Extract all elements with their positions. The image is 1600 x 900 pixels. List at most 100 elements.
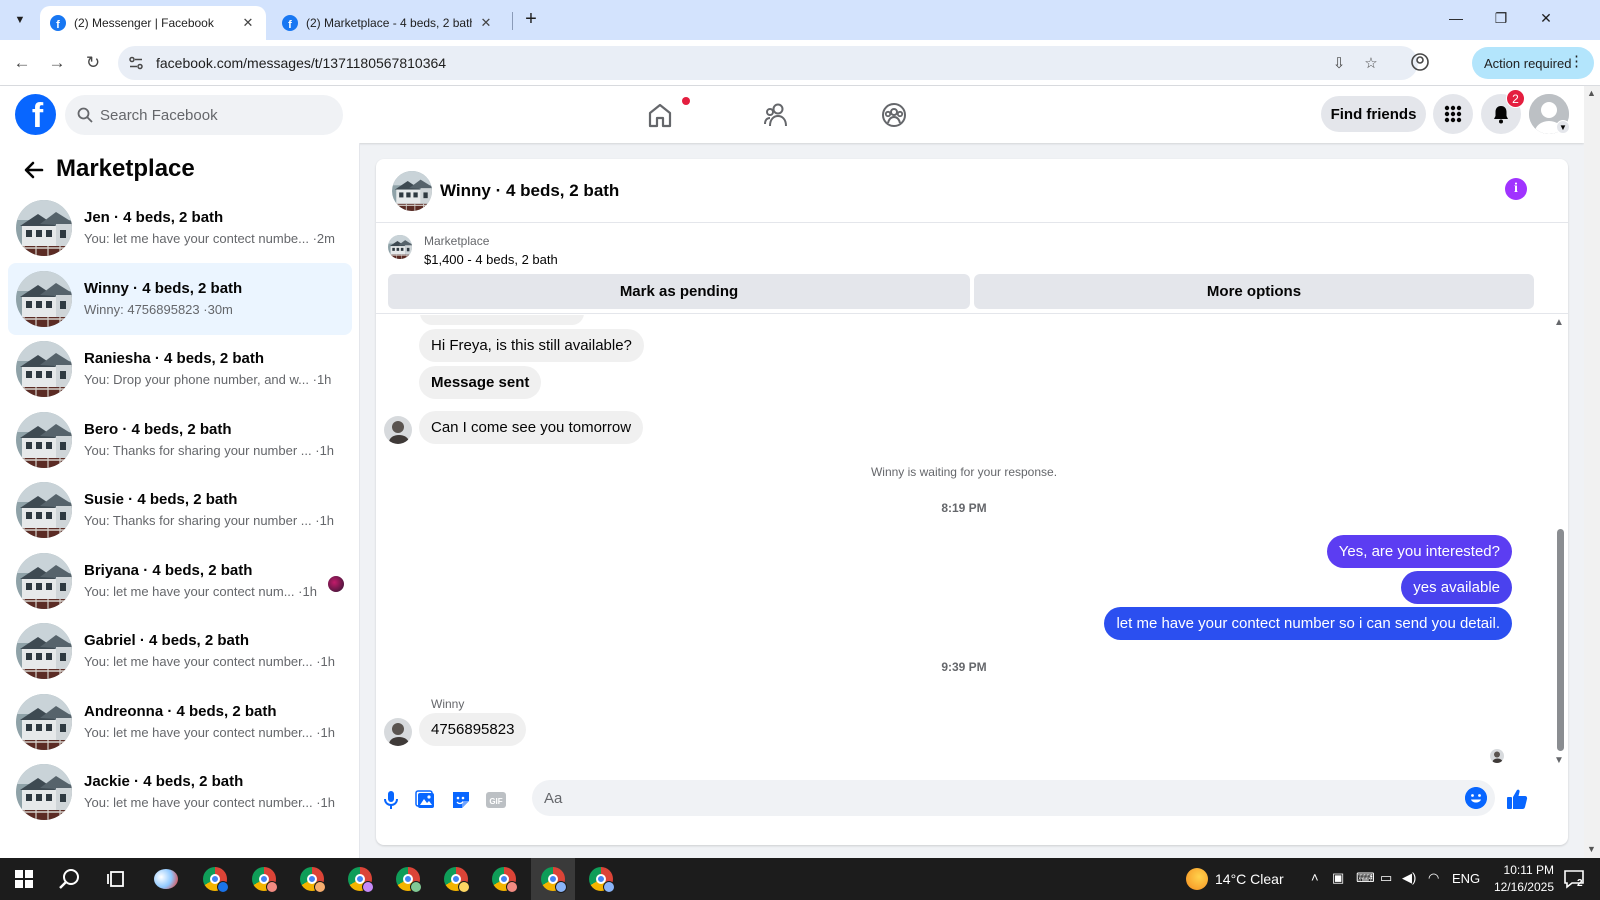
conversation-item[interactable]: Jen · 4 beds, 2 bath You: let me have you… — [8, 192, 352, 264]
sender-avatar[interactable] — [384, 416, 412, 444]
back-arrow-icon[interactable] — [22, 158, 46, 182]
install-app-icon[interactable]: ⇩ — [1330, 54, 1348, 72]
scroll-down-arrow-icon[interactable]: ▼ — [1587, 844, 1596, 854]
chrome-icon[interactable] — [539, 865, 567, 893]
conversation-item[interactable]: Raniesha · 4 beds, 2 bath You: Drop your … — [8, 333, 352, 405]
minimize-button[interactable]: — — [1446, 10, 1466, 26]
facebook-search[interactable] — [65, 95, 343, 135]
message-bubble-outgoing[interactable]: Yes, are you interested? — [1326, 535, 1512, 568]
notification-center-icon[interactable] — [1560, 865, 1588, 893]
microphone-icon[interactable] — [380, 789, 402, 811]
sidebar-title: Marketplace — [56, 155, 195, 182]
clock-time[interactable]: 10:11 PM — [1490, 863, 1554, 877]
input-icon[interactable]: ⌨ — [1356, 870, 1375, 886]
chrome-icon[interactable] — [250, 865, 278, 893]
profile-icon[interactable] — [1410, 52, 1430, 72]
tab-label: (2) Marketplace - 4 beds, 2 bath — [306, 16, 472, 30]
weather-text[interactable]: 14°C Clear — [1215, 871, 1284, 887]
close-window-button[interactable]: ✕ — [1536, 10, 1556, 27]
emoji-icon[interactable] — [1465, 787, 1487, 809]
sender-avatar[interactable] — [384, 718, 412, 746]
more-options-button[interactable]: More options — [974, 274, 1534, 309]
clock-date[interactable]: 12/16/2025 — [1484, 880, 1554, 894]
conversation-item[interactable]: Bero · 4 beds, 2 bath You: Thanks for sha… — [8, 404, 352, 476]
tab-search-dropdown[interactable]: ▼ — [8, 8, 32, 32]
account-chevron-down-icon[interactable]: ▼ — [1556, 120, 1570, 134]
conversation-item[interactable]: Gabriel · 4 beds, 2 bath You: let me have… — [8, 615, 352, 687]
conversation-name: Susie · 4 beds, 2 bath — [84, 491, 238, 508]
action-required-button[interactable]: Action required ⋮ — [1472, 47, 1594, 79]
meet-icon[interactable]: ▣ — [1332, 870, 1344, 886]
message-bubble-incoming[interactable]: Message sent — [419, 366, 542, 399]
scroll-down-arrow-icon[interactable]: ▼ — [1554, 755, 1564, 766]
restore-button[interactable]: ❐ — [1491, 10, 1511, 27]
friends-icon[interactable] — [762, 100, 792, 130]
mark-as-pending-button[interactable]: Mark as pending — [388, 274, 970, 309]
conversation-item[interactable]: Winny · 4 beds, 2 bath Winny: 4756895823 … — [8, 262, 352, 335]
conversation-item[interactable]: Briyana · 4 beds, 2 bath You: let me have… — [8, 545, 352, 617]
language-indicator[interactable]: ENG — [1452, 871, 1480, 886]
info-icon[interactable]: i — [1505, 178, 1527, 200]
weather-icon[interactable] — [1183, 865, 1211, 893]
conversation-item[interactable]: Susie · 4 beds, 2 bath You: Thanks for sh… — [8, 474, 352, 546]
windows-start-icon[interactable] — [10, 865, 38, 893]
chevron-up-icon[interactable]: ˄ — [1311, 870, 1319, 885]
battery-icon[interactable]: ▭ — [1380, 870, 1392, 886]
search-input[interactable] — [100, 95, 330, 135]
chrome-icon[interactable] — [394, 865, 422, 893]
message-input[interactable] — [544, 780, 1444, 816]
home-icon[interactable] — [645, 100, 675, 130]
scroll-up-arrow-icon[interactable]: ▲ — [1554, 317, 1564, 328]
sender-name: Winny — [431, 697, 465, 711]
facebook-logo[interactable]: f — [15, 94, 56, 135]
conversation-item[interactable]: Andreonna · 4 beds, 2 bath You: let me ha… — [8, 686, 352, 758]
site-settings-icon[interactable] — [128, 55, 144, 71]
close-tab-icon[interactable]: ✕ — [240, 15, 256, 31]
chrome-icon[interactable] — [346, 865, 374, 893]
tab-messenger[interactable]: f (2) Messenger | Facebook ✕ — [40, 6, 266, 40]
task-view-icon[interactable] — [103, 865, 131, 893]
message-bubble-incoming[interactable]: Hi Freya, is this still available? — [419, 329, 644, 362]
chat-title[interactable]: Winny · 4 beds, 2 bath — [440, 181, 619, 201]
app-icon[interactable] — [152, 865, 180, 893]
chrome-icon[interactable] — [587, 865, 615, 893]
thumbs-up-icon[interactable] — [1505, 787, 1529, 811]
find-friends-button[interactable]: Find friends — [1321, 96, 1426, 132]
photo-icon[interactable] — [415, 789, 437, 811]
bookmark-star-icon[interactable]: ☆ — [1362, 54, 1380, 72]
listing-small-thumbnail[interactable] — [388, 235, 412, 259]
tab-marketplace[interactable]: f (2) Marketplace - 4 beds, 2 bath ✕ — [272, 6, 504, 40]
groups-icon[interactable] — [879, 100, 909, 130]
forward-arrow-icon[interactable]: → — [46, 52, 68, 74]
reload-icon[interactable]: ↻ — [82, 52, 104, 74]
wifi-icon[interactable]: ◠ — [1428, 870, 1439, 886]
close-tab-icon[interactable]: ✕ — [478, 15, 494, 31]
search-icon[interactable] — [56, 865, 84, 893]
menu-grid-button[interactable] — [1433, 94, 1473, 134]
chrome-icon[interactable] — [298, 865, 326, 893]
message-bubble-outgoing[interactable]: let me have your contect number so i can… — [1104, 607, 1512, 640]
sticker-icon[interactable] — [450, 789, 472, 811]
chrome-icon[interactable] — [201, 865, 229, 893]
chrome-icon[interactable] — [442, 865, 470, 893]
message-bubble-incoming[interactable]: 4756895823 — [419, 713, 527, 746]
message-input-wrapper[interactable] — [532, 780, 1495, 816]
new-tab-button[interactable]: + — [520, 9, 542, 31]
tab-label: (2) Messenger | Facebook — [74, 16, 214, 30]
address-bar[interactable]: facebook.com/messages/t/1371180567810364… — [118, 46, 1418, 80]
back-arrow-icon[interactable]: ← — [11, 52, 33, 74]
scrollbar-thumb[interactable] — [1557, 529, 1564, 751]
chrome-icon[interactable] — [490, 865, 518, 893]
message-bubble-incoming[interactable]: Can I come see you tomorrow — [419, 411, 644, 444]
gif-icon[interactable]: GIF — [485, 789, 507, 811]
conversation-item[interactable]: Jackie · 4 beds, 2 bath You: let me have … — [8, 756, 352, 828]
listing-thumbnail[interactable] — [392, 171, 432, 211]
page-scrollbar[interactable]: ▲ ▼ — [1584, 86, 1600, 858]
volume-icon[interactable]: ◀) — [1402, 870, 1416, 886]
message-bubble-outgoing[interactable]: yes available — [1401, 571, 1512, 604]
scroll-up-arrow-icon[interactable]: ▲ — [1587, 88, 1596, 98]
kebab-menu-icon[interactable]: ⋮ — [1569, 53, 1584, 71]
listing-title[interactable]: $1,400 - 4 beds, 2 bath — [424, 252, 558, 267]
chat-scrollbar[interactable]: ▲ ▼ — [1552, 315, 1568, 775]
url-text: facebook.com/messages/t/1371180567810364 — [156, 55, 447, 71]
